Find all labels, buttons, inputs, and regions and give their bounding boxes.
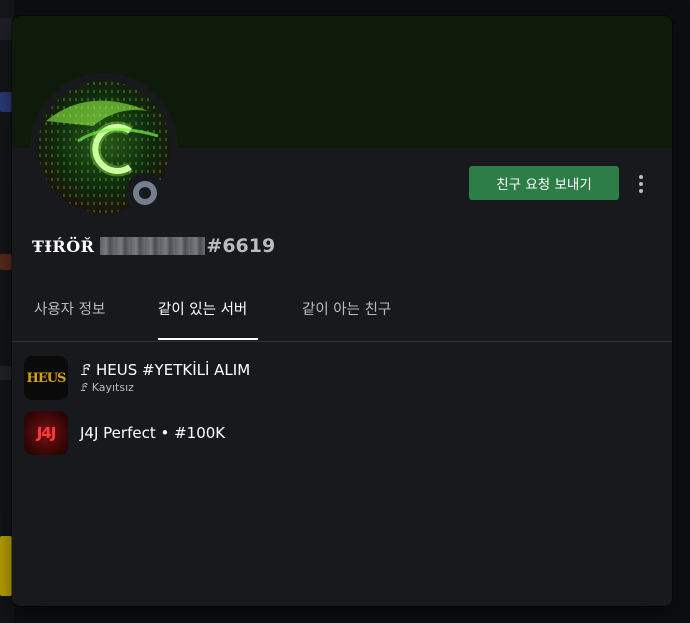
background-element (0, 366, 12, 380)
server-icon-text: HEUS (26, 370, 67, 386)
server-list-item[interactable]: J4J J4J Perfect • #100K (24, 408, 660, 458)
server-icon: J4J (24, 411, 68, 455)
server-name: ꗓ HEUS #YETKİLİ ALIM (80, 361, 251, 379)
user-profile-modal: 친구 요청 보내기 ŦƗŔÖŘ #6619 사용자 정보 같이 있는 서버 같이… (12, 16, 672, 606)
username: ŦƗŔÖŘ (32, 236, 95, 256)
more-vertical-icon[interactable] (629, 169, 653, 199)
server-list-item[interactable]: HEUS ꗓ HEUS #YETKİLİ ALIM ꗓ Kayıtsız (24, 353, 660, 403)
add-friend-button[interactable]: 친구 요청 보내기 (469, 166, 619, 200)
background-element (0, 536, 12, 596)
server-info: ꗓ HEUS #YETKİLİ ALIM ꗓ Kayıtsız (80, 361, 250, 395)
user-name-row: ŦƗŔÖŘ #6619 (32, 232, 275, 260)
server-info: J4J Perfect • #100K (80, 424, 225, 442)
server-name: J4J Perfect • #100K (80, 424, 226, 442)
tab-mutual-friends[interactable]: 같이 아는 친구 (302, 298, 391, 319)
tab-mutual-servers[interactable]: 같이 있는 서버 (158, 298, 247, 319)
discriminator: #6619 (206, 235, 276, 257)
status-offline-icon (133, 181, 157, 205)
profile-tabs: 사용자 정보 같이 있는 서버 같이 아는 친구 (12, 286, 672, 342)
tab-user-info[interactable]: 사용자 정보 (34, 298, 105, 319)
server-icon: HEUS (24, 356, 68, 400)
background-element (0, 92, 12, 112)
divider (12, 341, 672, 342)
background-element (0, 18, 12, 40)
server-icon-text: J4J (36, 424, 57, 442)
server-nickname: ꗓ Kayıtsız (80, 381, 134, 394)
background-element (0, 254, 12, 270)
active-tab-indicator (158, 338, 258, 340)
redacted-name (100, 237, 206, 255)
